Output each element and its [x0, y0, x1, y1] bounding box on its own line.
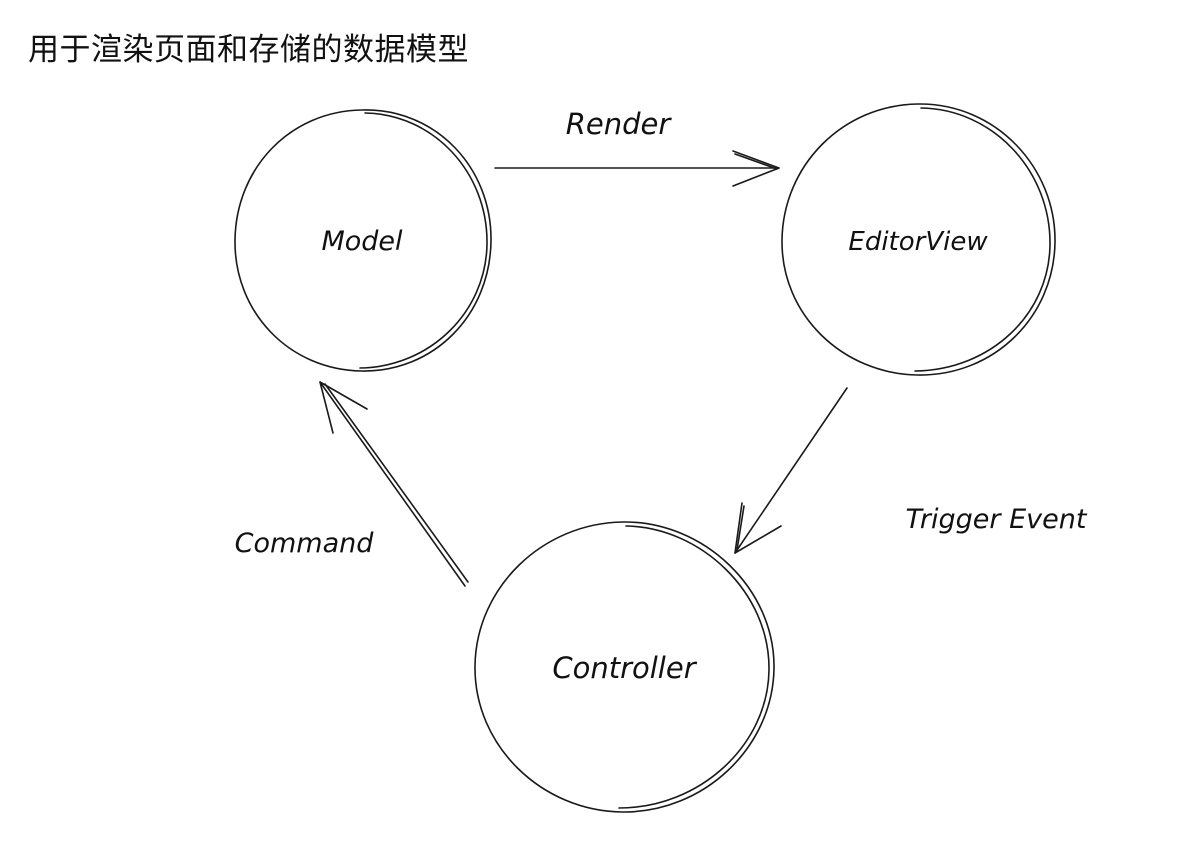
command-label: Command	[235, 528, 375, 559]
mvc-diagram: Model EditorView Controller Render Trigg…	[234, 103, 1088, 813]
controller-label: Controller	[552, 651, 697, 685]
trigger-event-arrow	[734, 387, 848, 554]
model-node: Model	[234, 109, 492, 372]
controller-node: Controller	[474, 521, 775, 813]
render-arrow	[494, 150, 780, 187]
editor-view-node: EditorView	[781, 103, 1056, 376]
render-label: Render	[566, 107, 673, 141]
model-label: Model	[321, 226, 403, 257]
diagram-canvas: 用于渲染页面和存储的数据模型 Model EditorView Controll…	[0, 0, 1180, 856]
editor-view-label: EditorView	[848, 227, 988, 257]
trigger-event-label: Trigger Event	[906, 504, 1088, 535]
